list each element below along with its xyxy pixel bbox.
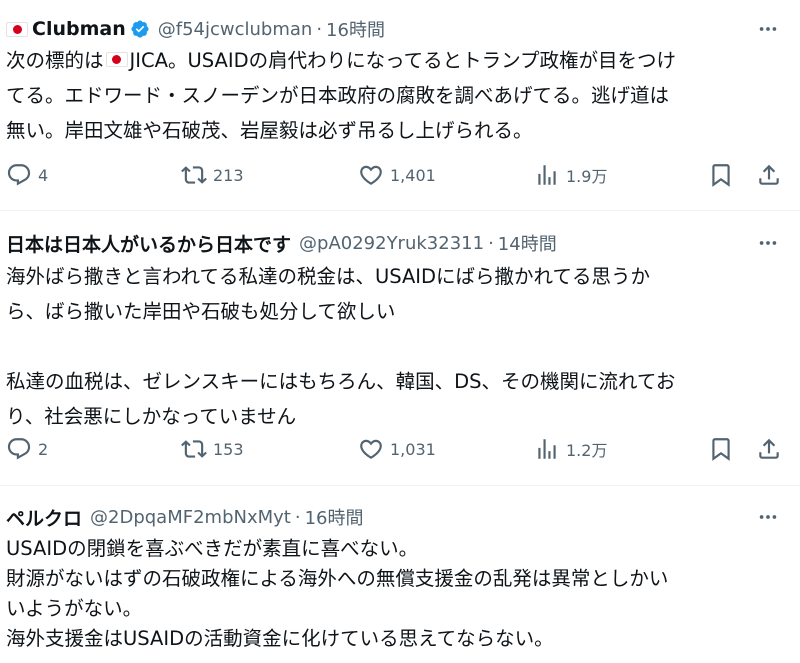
like-button[interactable]: 1,401	[358, 158, 436, 192]
share-icon	[759, 438, 779, 459]
more-icon[interactable]	[752, 16, 784, 42]
share-icon	[759, 164, 779, 185]
reply-icon	[7, 438, 31, 460]
separator-dot: ·	[488, 232, 494, 254]
author-handle[interactable]: @f54jcwclubman	[158, 19, 313, 40]
japan-flag-icon	[6, 21, 28, 37]
text-line: ら、ばら撒いた岸田や石破も処分して欲しい	[6, 300, 396, 323]
retweet-icon	[181, 440, 207, 458]
text-line: 海外支援金はUSAIDの活動資金に化けている思えてならない。	[6, 627, 554, 650]
author-handle[interactable]: @2DpqaMF2mbNxMyt	[90, 507, 291, 528]
tweet-3[interactable]: ペルクロ @2DpqaMF2mbNxMyt · 16時間 USAIDの閉鎖を喜ぶ…	[0, 486, 800, 663]
action-bar: 2 153 1,031 1.2万	[6, 432, 794, 466]
timestamp[interactable]: 16時間	[305, 504, 364, 530]
text-line: USAIDの閉鎖を喜ぶべきだが素直に喜べない。	[6, 537, 419, 560]
retweet-icon	[181, 166, 207, 184]
reply-count: 4	[38, 165, 49, 185]
separator-dot: ·	[316, 18, 323, 40]
views-button[interactable]: 1.9万	[534, 158, 607, 192]
text-line: 海外ばら撒きと言われてる私達の税金は、USAIDにばら撒かれてる思うか	[6, 265, 650, 288]
text-line: いようがない。	[6, 597, 143, 620]
reply-icon	[7, 164, 31, 186]
author-name[interactable]: ペルクロ	[6, 504, 82, 531]
action-bar: 4 213 1,401 1.9万	[6, 158, 794, 192]
tweet-2-header: 日本は日本人がいるから日本です @pA0292Yruk32311 · 14時間	[6, 230, 557, 256]
bookmark-button[interactable]	[708, 432, 734, 466]
like-button[interactable]: 1,031	[358, 432, 436, 466]
text-line: 財源がないはずの石破政権による海外への無償支援金の乱発は異常としかい	[6, 567, 669, 590]
bookmark-button[interactable]	[708, 158, 734, 192]
tweet-text: USAIDの閉鎖を喜ぶべきだが素直に喜べない。 財源がないはずの石破政権による海…	[6, 534, 790, 654]
views-count: 1.2万	[566, 441, 608, 460]
tweet-text: 次の標的は JICA。USAIDの肩代わりになってるとトランプ政権が目をつけ てる…	[6, 43, 790, 148]
retweet-count: 153	[213, 439, 244, 459]
tweet-text: 海外ばら撒きと言われてる私達の税金は、USAIDにばら撒かれてる思うか ら、ばら…	[6, 259, 790, 434]
japan-flag-icon	[105, 52, 128, 67]
verified-badge-icon[interactable]	[130, 19, 150, 39]
tweet-1[interactable]: Clubman @f54jcwclubman · 16時間 次の標的は JICA。…	[0, 0, 800, 210]
tweet-1-header: Clubman @f54jcwclubman · 16時間	[6, 16, 385, 42]
separator-dot: ·	[294, 506, 301, 528]
like-count: 1,401	[390, 165, 436, 185]
views-button[interactable]: 1.2万	[534, 432, 607, 466]
reply-count: 2	[38, 439, 49, 459]
reply-button[interactable]: 2	[6, 432, 48, 466]
retweet-button[interactable]: 153	[181, 432, 244, 466]
bookmark-icon	[712, 164, 730, 187]
more-icon[interactable]	[752, 230, 784, 256]
share-button[interactable]	[756, 432, 782, 466]
more-icon[interactable]	[752, 504, 784, 530]
views-icon	[538, 165, 556, 185]
views-icon	[538, 439, 556, 459]
text-line: てる。エドワード・スノーデンが日本政府の腐敗を調べあげてる。逃げ道は	[6, 84, 670, 107]
author-name[interactable]: 日本は日本人がいるから日本です	[6, 230, 291, 257]
timestamp[interactable]: 16時間	[326, 16, 385, 42]
text-line: 無い。岸田文雄や石破茂、岩屋毅は必ず吊るし上げられる。	[6, 119, 533, 142]
bookmark-icon	[712, 438, 730, 461]
text-line: 私達の血税は、ゼレンスキーにはもちろん、韓国、DS、その機関に流れてお	[6, 370, 676, 393]
like-icon	[360, 165, 382, 185]
retweet-button[interactable]: 213	[181, 158, 244, 192]
share-button[interactable]	[756, 158, 782, 192]
timestamp[interactable]: 14時間	[498, 230, 557, 256]
views-count: 1.9万	[566, 167, 608, 186]
tweet-3-header: ペルクロ @2DpqaMF2mbNxMyt · 16時間	[6, 504, 364, 530]
text-line: 次の標的は JICA。USAIDの肩代わりになってるとトランプ政権が目をつけ	[6, 49, 677, 72]
reply-button[interactable]: 4	[6, 158, 48, 192]
like-icon	[360, 439, 382, 459]
author-name[interactable]: Clubman	[32, 18, 126, 40]
tweet-2[interactable]: 日本は日本人がいるから日本です @pA0292Yruk32311 · 14時間 …	[0, 211, 800, 485]
author-handle[interactable]: @pA0292Yruk32311	[299, 233, 484, 254]
text-line: り、社会悪にしかなっていません	[6, 405, 297, 428]
like-count: 1,031	[390, 439, 436, 459]
retweet-count: 213	[213, 165, 244, 185]
